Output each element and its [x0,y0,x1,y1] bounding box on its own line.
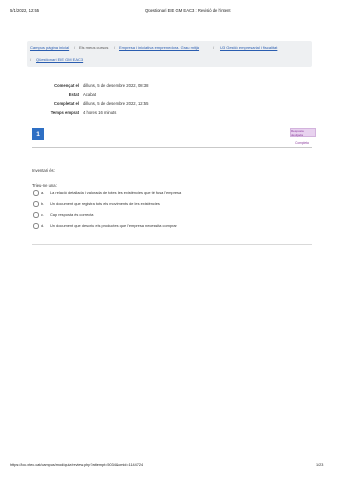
breadcrumb-unit-link[interactable]: U3 Gestió empresarial i fiscalitat [220,45,277,50]
summary-value: dilluns, 5 de desembre 2022, 08:38 [83,83,149,88]
status-badge: Resposta desitjada [290,128,316,137]
summary-label: Completat el [53,101,79,106]
option-text: La relació detallada i valorada de totes… [50,190,182,195]
summary-label: Començat el [54,83,79,88]
summary-label: Temps emprat [50,110,79,115]
print-url: https://ioc.xtec.cat/campus/mod/quiz/rev… [10,463,144,467]
print-title: Qüestionari EIE GM EAC3 : Revisió de l'i… [145,8,231,13]
print-datetime: 5/1/2022, 12:55 [10,8,40,13]
summary-value: Acabat [83,92,97,97]
radio-option-a[interactable] [33,190,39,196]
select-instruction: Trieu-ne una: [32,183,57,188]
option-text: Cap resposta és correcta [50,212,94,217]
option-letter: c. [41,212,45,217]
option-text: Un document que registra tots els movime… [50,201,160,206]
summary-label: Estat [68,92,79,97]
breadcrumb-separator: / [114,45,116,50]
radio-option-d[interactable] [33,223,39,229]
print-page-number: 1/23 [316,463,324,467]
divider [32,147,312,148]
summary-value: 4 hores 16 minuts [83,110,117,115]
breadcrumb: Campus pàgina inicial / Els meus cursos … [27,41,312,67]
breadcrumb-my-courses[interactable]: Els meus cursos [79,45,108,50]
breadcrumb-separator: / [213,45,215,50]
option-text: Un document que descriu els productes qu… [50,223,177,228]
option-letter: a. [41,190,45,195]
breadcrumb-separator: / [30,57,32,62]
breadcrumb-home-link[interactable]: Campus pàgina inicial [30,45,69,50]
option-letter: b. [41,201,45,206]
question-prompt: Inventari és: [32,168,55,173]
radio-option-c[interactable] [33,212,39,218]
option-letter: d. [41,223,45,228]
breadcrumb-quiz-link[interactable]: Qüestionari EIE GM EAC3 [36,57,83,62]
breadcrumb-separator: / [74,45,76,50]
divider [32,244,312,245]
question-number: 1 [32,128,44,140]
radio-option-b[interactable] [33,201,39,207]
completion-status: Completa [295,141,309,145]
summary-value: dilluns, 5 de desembre 2022, 12:55 [83,101,149,106]
breadcrumb-course-link[interactable]: Empresa i iniciativa emprenedora. Grau m… [119,45,199,50]
